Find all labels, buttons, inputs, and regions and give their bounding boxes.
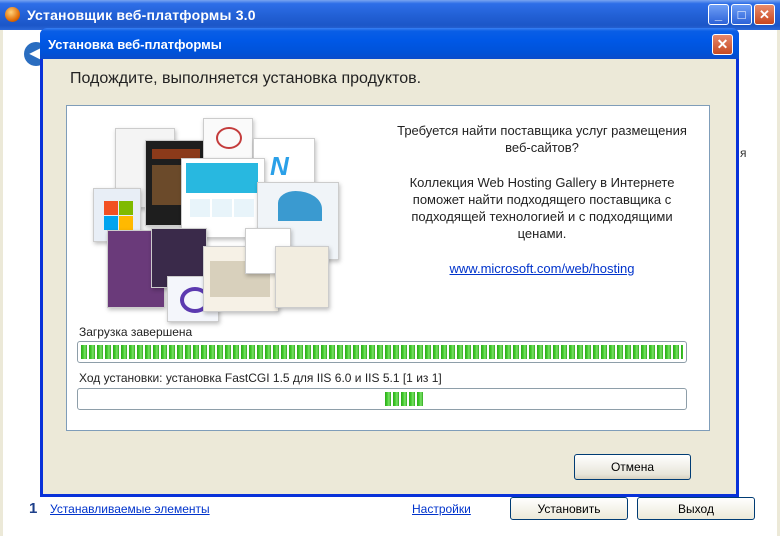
exit-button[interactable]: Выход xyxy=(637,497,755,520)
dialog-heading: Подождите, выполняется установка продукт… xyxy=(70,70,422,87)
cancel-button[interactable]: Отмена xyxy=(574,454,691,480)
dialog-title: Установка веб-платформы xyxy=(48,37,222,52)
content-panel: N Требуется найти поставщика услуг разме… xyxy=(66,105,710,431)
hosting-collage-image: N xyxy=(85,118,345,322)
install-button[interactable]: Установить xyxy=(510,497,628,520)
install-progress-bar xyxy=(77,388,687,410)
hosting-info: Требуется найти поставщика услуг размеще… xyxy=(397,122,687,295)
close-icon[interactable]: ✕ xyxy=(754,4,775,25)
dialog-close-icon[interactable]: ✕ xyxy=(712,34,733,55)
maximize-icon[interactable]: □ xyxy=(731,4,752,25)
app-icon xyxy=(5,7,20,22)
hosting-link[interactable]: www.microsoft.com/web/hosting xyxy=(450,261,635,276)
hosting-description: Коллекция Web Hosting Gallery в Интернет… xyxy=(409,175,675,241)
settings-link[interactable]: Настройки xyxy=(412,502,471,516)
download-progress-bar xyxy=(77,341,687,363)
install-dialog: Установка веб-платформы ✕ Подождите, вып… xyxy=(40,28,739,497)
clipped-text: я xyxy=(740,146,747,160)
dialog-titlebar[interactable]: Установка веб-платформы ✕ xyxy=(40,28,739,59)
background-window-title: Установщик веб-платформы 3.0 xyxy=(27,7,256,23)
installed-items-link[interactable]: Устанавливаемые элементы xyxy=(50,502,210,516)
download-status-label: Загрузка завершена xyxy=(79,325,193,339)
install-status-label: Ход установки: установка FastCGI 1.5 для… xyxy=(79,371,442,385)
hosting-question: Требуется найти поставщика услуг размеще… xyxy=(397,123,687,155)
background-titlebar[interactable]: Установщик веб-платформы 3.0 _ □ ✕ xyxy=(0,0,780,30)
thumbnail xyxy=(181,158,265,238)
download-progress-fill xyxy=(81,345,683,359)
thumbnail xyxy=(275,246,329,308)
minimize-icon[interactable]: _ xyxy=(708,4,729,25)
install-progress-marquee xyxy=(385,392,425,406)
items-count: 1 xyxy=(29,500,38,517)
